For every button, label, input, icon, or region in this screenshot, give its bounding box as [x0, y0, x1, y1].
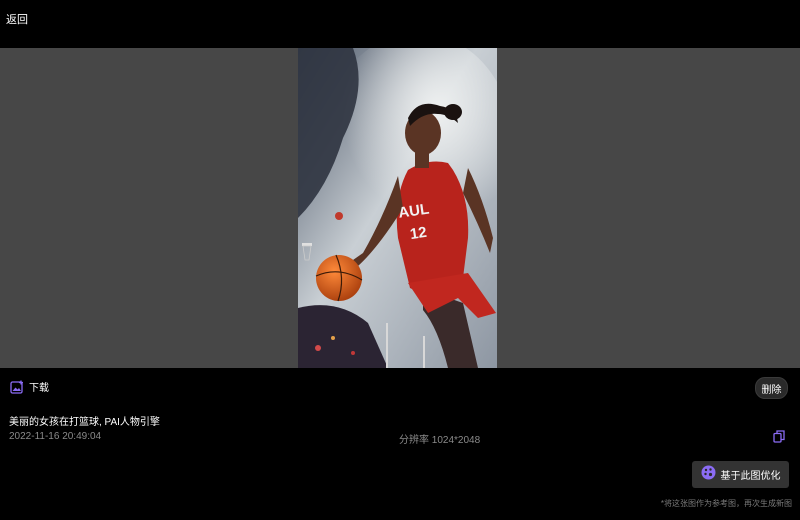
back-link[interactable]: 返回	[6, 11, 28, 27]
timestamp: 2022-11-16 20:49:04	[9, 431, 102, 442]
optimize-label: 基于此图优化	[720, 471, 781, 482]
actions-panel: 下载 删除 美丽的女孩在打篮球, PAI人物引擎 2022-11-16 20:4…	[0, 368, 800, 520]
image-stage: AUL 12	[0, 48, 800, 368]
optimize-from-image-button[interactable]: 基于此图优化	[692, 461, 789, 488]
palette-icon	[701, 465, 716, 485]
download-label: 下载	[29, 383, 49, 394]
svg-text:12: 12	[409, 224, 428, 243]
footnote: *将这张图作为参考图，再次生成新图	[660, 499, 792, 508]
copy-icon[interactable]	[773, 430, 785, 443]
top-bar: 返回	[0, 0, 800, 48]
prompt-text: 美丽的女孩在打篮球, PAI人物引擎	[9, 417, 160, 428]
image-download-icon	[10, 380, 24, 394]
generated-image: AUL 12	[298, 48, 497, 368]
download-button[interactable]: 下载	[10, 379, 49, 394]
resolution-text: 分辨率 1024*2048	[399, 435, 481, 446]
delete-button[interactable]: 删除	[755, 377, 788, 399]
